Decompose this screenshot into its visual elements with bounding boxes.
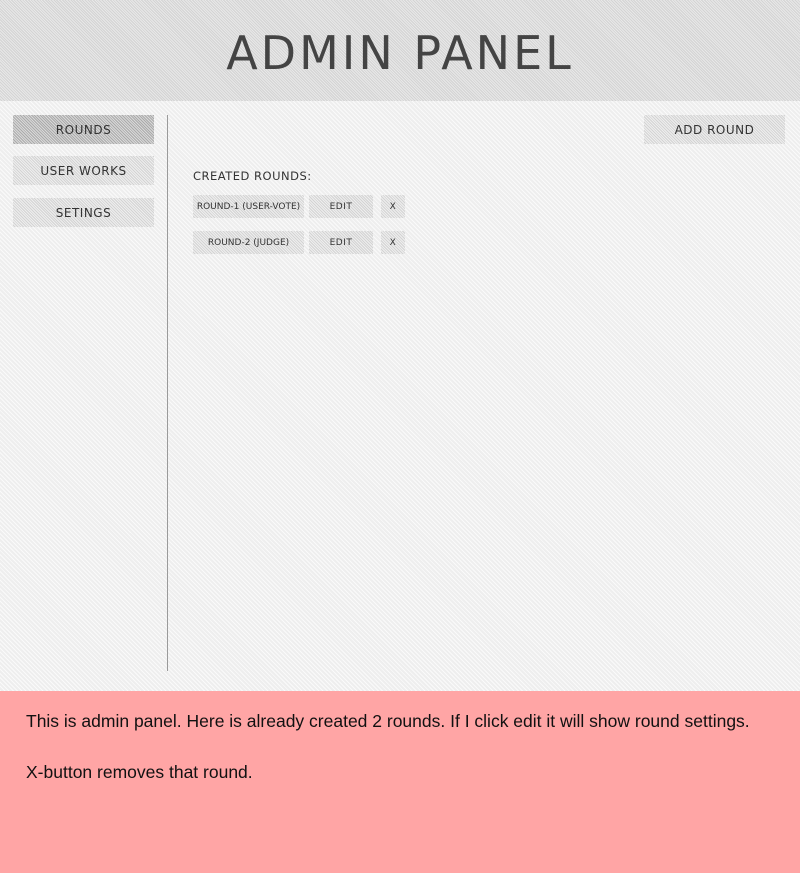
created-rounds-label: CREATED ROUNDS: <box>193 169 312 183</box>
sidebar-item-settings[interactable]: SETINGS <box>13 198 154 227</box>
sidebar-item-user-works[interactable]: USER WORKS <box>13 156 154 185</box>
annotation-note: This is admin panel. Here is already cre… <box>0 691 800 873</box>
round-item-1[interactable]: ROUND-1 (USER-VOTE) <box>193 195 304 218</box>
sidebar-divider <box>167 115 168 671</box>
round-1-edit-button[interactable]: EDIT <box>309 195 373 218</box>
sidebar-item-rounds[interactable]: ROUNDS <box>13 115 154 144</box>
note-line-1: This is admin panel. Here is already cre… <box>26 711 750 731</box>
header: ADMIN PANEL <box>0 0 800 102</box>
note-line-2: X-button removes that round. <box>26 762 253 782</box>
round-1-remove-button[interactable]: X <box>381 195 405 218</box>
add-round-button[interactable]: ADD ROUND <box>644 115 785 144</box>
round-2-remove-button[interactable]: X <box>381 231 405 254</box>
page-title: ADMIN PANEL <box>226 26 574 80</box>
round-2-edit-button[interactable]: EDIT <box>309 231 373 254</box>
admin-panel: ROUNDS USER WORKS SETINGS ADD ROUND CREA… <box>0 101 800 691</box>
round-item-2[interactable]: ROUND-2 (JUDGE) <box>193 231 304 254</box>
